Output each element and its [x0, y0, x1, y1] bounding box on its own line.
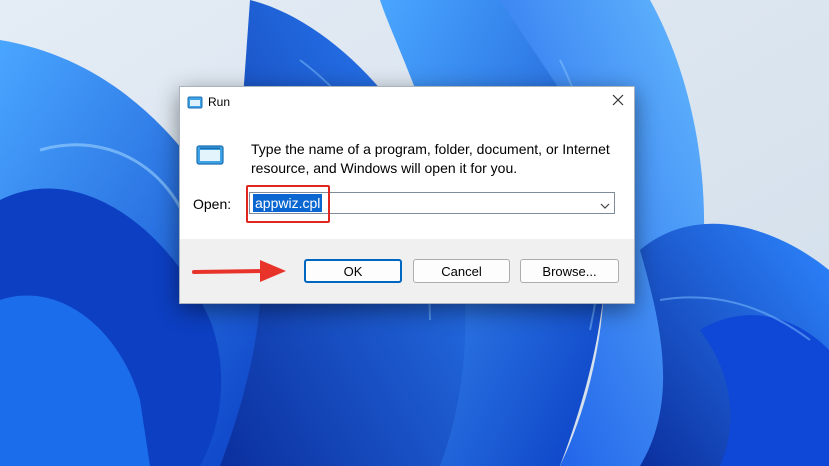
cancel-button[interactable]: Cancel [413, 259, 510, 283]
close-icon [612, 93, 624, 111]
highlight-annotation-box [246, 185, 330, 223]
program-window-icon [196, 145, 224, 172]
ok-button[interactable]: OK [304, 259, 402, 283]
close-button[interactable] [606, 90, 630, 114]
open-label: Open: [193, 196, 232, 212]
arrow-right-icon [192, 258, 288, 289]
title-bar[interactable]: Run [180, 87, 634, 117]
browse-button[interactable]: Browse... [520, 259, 619, 283]
dialog-description: Type the name of a program, folder, docu… [251, 141, 610, 176]
window-title: Run [208, 95, 231, 109]
chevron-down-icon[interactable] [600, 198, 610, 216]
run-icon [187, 96, 203, 115]
